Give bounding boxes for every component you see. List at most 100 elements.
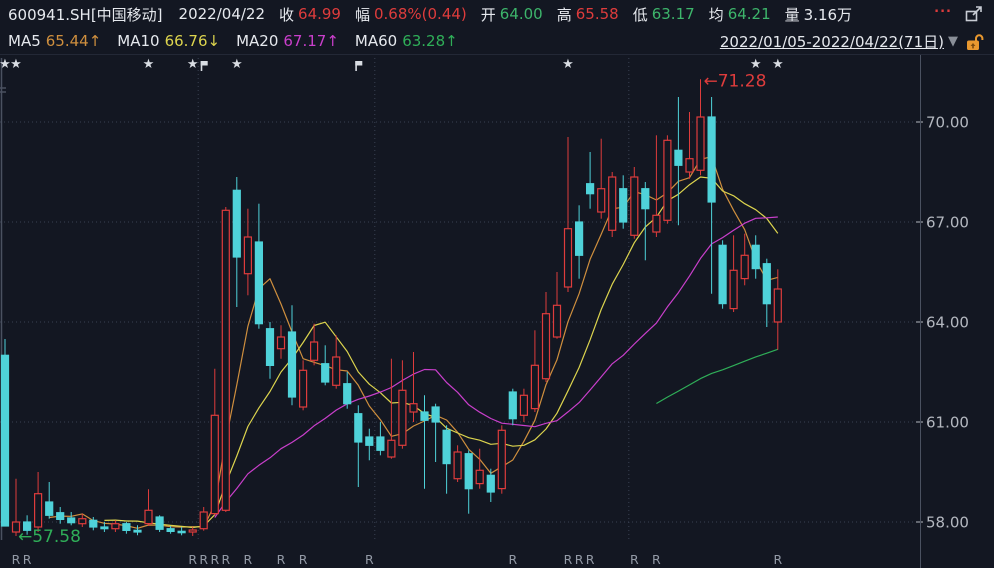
candle[interactable]	[377, 422, 384, 455]
lock-icon[interactable]	[964, 32, 986, 52]
candle[interactable]	[46, 482, 53, 519]
candle[interactable]	[410, 352, 417, 422]
candle[interactable]	[686, 112, 693, 179]
candle[interactable]	[123, 522, 130, 534]
rights-marker[interactable]: R	[277, 552, 286, 567]
quote-field-value: 3.16万	[804, 4, 852, 25]
ma-item-MA20[interactable]: MA2067.17↑	[236, 32, 339, 50]
rights-marker[interactable]: R	[773, 552, 782, 567]
rights-marker[interactable]: R	[508, 552, 517, 567]
announcement-flag-icon[interactable]	[201, 61, 208, 71]
candle[interactable]	[233, 177, 240, 307]
candle[interactable]	[57, 507, 64, 524]
rights-marker[interactable]: R	[564, 552, 573, 567]
rights-marker[interactable]: R	[244, 552, 253, 567]
candle[interactable]	[531, 330, 538, 412]
candle[interactable]	[554, 272, 561, 339]
rights-marker[interactable]: R	[299, 552, 308, 567]
candle[interactable]	[421, 395, 428, 488]
rights-marker[interactable]: R	[210, 552, 219, 567]
date-range-link[interactable]: 2022/01/05-2022/04/22(71日)	[720, 31, 944, 52]
ma-item-MA10[interactable]: MA1066.76↓	[117, 32, 220, 50]
candle[interactable]	[774, 269, 781, 349]
event-star-icon[interactable]: ★	[562, 57, 574, 72]
event-star-icon[interactable]: ★	[143, 57, 155, 72]
rights-marker[interactable]: R	[365, 552, 374, 567]
event-star-icon[interactable]: ★	[750, 57, 762, 72]
candle[interactable]	[189, 527, 196, 536]
rights-marker[interactable]: R	[23, 552, 32, 567]
candle[interactable]	[134, 525, 141, 535]
candle[interactable]	[388, 359, 395, 459]
candle[interactable]	[156, 515, 163, 532]
candle[interactable]	[454, 445, 461, 482]
candle[interactable]	[443, 425, 450, 493]
event-star-icon[interactable]: ★	[10, 57, 22, 72]
candle[interactable]	[145, 489, 152, 526]
candle[interactable]	[565, 137, 572, 292]
announcement-flag-icon[interactable]	[355, 61, 362, 71]
candle[interactable]	[278, 325, 285, 358]
candle[interactable]	[178, 527, 185, 535]
candle[interactable]	[598, 139, 605, 219]
candle[interactable]	[763, 259, 770, 327]
candle[interactable]	[741, 234, 748, 286]
rights-marker[interactable]: R	[575, 552, 584, 567]
candle[interactable]	[719, 240, 726, 308]
candle[interactable]	[708, 97, 715, 294]
rights-marker[interactable]: R	[630, 552, 639, 567]
candle[interactable]	[333, 335, 340, 388]
rights-marker[interactable]: R	[199, 552, 208, 567]
event-star-icon[interactable]: ★	[187, 57, 199, 72]
candle[interactable]	[620, 175, 627, 228]
rights-marker[interactable]: R	[188, 552, 197, 567]
candle[interactable]	[300, 360, 307, 410]
candle[interactable]	[730, 235, 737, 312]
chevron-down-icon[interactable]: ▼	[948, 34, 958, 49]
candle[interactable]	[520, 389, 527, 422]
candle[interactable]	[289, 305, 296, 405]
candle[interactable]	[609, 172, 616, 237]
candle[interactable]	[642, 182, 649, 260]
candle[interactable]	[487, 469, 494, 502]
event-star-icon[interactable]: ★	[772, 57, 784, 72]
candle[interactable]	[244, 209, 251, 296]
ma-item-MA60[interactable]: MA6063.28↑	[355, 32, 458, 50]
candle[interactable]	[476, 449, 483, 489]
candle[interactable]	[543, 292, 550, 382]
candle[interactable]	[68, 512, 75, 525]
candle[interactable]	[267, 322, 274, 379]
more-indicator[interactable]: ...	[934, 1, 952, 16]
symbol-name[interactable]: 600941.SH[中国移动]	[8, 4, 163, 25]
candle[interactable]	[465, 450, 472, 513]
candle[interactable]	[631, 167, 638, 239]
candle[interactable]	[355, 405, 362, 487]
rights-marker[interactable]: R	[12, 552, 21, 567]
candle[interactable]	[2, 339, 9, 526]
candle[interactable]	[664, 135, 671, 223]
candle[interactable]	[322, 345, 329, 385]
candle[interactable]	[697, 79, 704, 175]
ma-item-MA5[interactable]: MA565.44↑	[8, 32, 101, 50]
candlestick-chart[interactable]: 70.0067.0064.0061.0058.00★★★★★★★★RRRRRRR…	[0, 0, 994, 568]
candle[interactable]	[675, 97, 682, 225]
candle[interactable]	[399, 360, 406, 448]
rights-marker[interactable]: R	[221, 552, 230, 567]
event-star-icon[interactable]: ★	[231, 57, 243, 72]
candle[interactable]	[498, 425, 505, 493]
candle[interactable]	[344, 372, 351, 409]
candle[interactable]	[432, 404, 439, 462]
candle[interactable]	[222, 207, 229, 512]
candle[interactable]	[576, 205, 583, 278]
candle[interactable]	[35, 472, 42, 532]
candle[interactable]	[200, 507, 207, 531]
candle[interactable]	[752, 235, 759, 278]
screenshot-export-icon[interactable]	[964, 4, 984, 24]
rights-marker[interactable]: R	[652, 552, 661, 567]
rights-marker[interactable]: R	[586, 552, 595, 567]
candle[interactable]	[587, 152, 594, 209]
candle[interactable]	[366, 429, 373, 461]
candle[interactable]	[509, 389, 516, 426]
candle[interactable]	[653, 135, 660, 237]
candle[interactable]	[211, 369, 218, 516]
